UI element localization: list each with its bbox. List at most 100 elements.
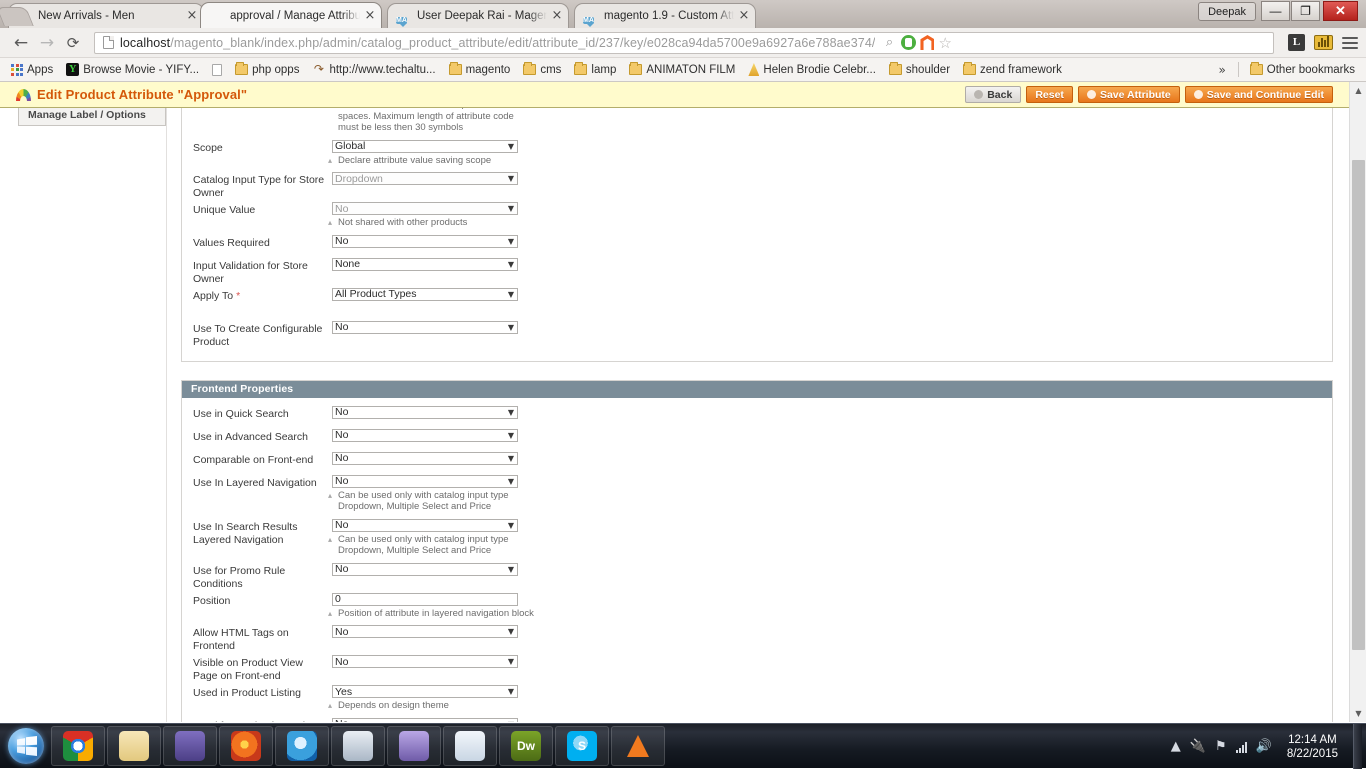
bookmarks-overflow-button[interactable]: » [1212, 63, 1231, 77]
chevron-down-icon[interactable]: ▼ [508, 477, 514, 487]
select-field[interactable]: No ▼ [332, 320, 518, 334]
bookmark-item[interactable]: shoulder [884, 62, 955, 78]
browser-tab[interactable]: New Arrivals - Men × [8, 3, 204, 28]
close-icon[interactable]: × [185, 9, 199, 23]
select-field[interactable]: All Product Types ▼ [332, 287, 518, 301]
show-desktop-button[interactable] [1353, 724, 1362, 769]
taskbar-item-mozilla-firefox[interactable] [219, 726, 273, 766]
chrome-user-chip[interactable]: Deepak [1198, 2, 1256, 21]
save-attribute-button[interactable]: Save Attribute [1077, 86, 1180, 103]
select-field[interactable]: No ▼ [332, 405, 518, 419]
select-field[interactable]: No ▼ [332, 428, 518, 442]
select-field[interactable]: No ▼ [332, 234, 518, 248]
reload-button[interactable]: ⟳ [60, 30, 86, 56]
page-info-icon[interactable] [103, 36, 114, 49]
select-field[interactable]: No ▼ [332, 717, 518, 723]
taskbar-clock[interactable]: 12:14 AM 8/22/2015 [1281, 733, 1344, 761]
other-bookmarks-folder[interactable]: Other bookmarks [1245, 62, 1360, 78]
taskbar-item-google-chrome[interactable] [51, 726, 105, 766]
window-close-button[interactable]: ✕ [1323, 1, 1358, 21]
chrome-menu-icon[interactable] [1342, 35, 1358, 51]
select-field[interactable]: Yes ▼ [332, 685, 518, 698]
chevron-down-icon[interactable]: ▼ [508, 142, 514, 152]
chevron-down-icon[interactable]: ▼ [508, 260, 514, 270]
back-button[interactable]: ← [8, 30, 34, 56]
forward-button[interactable]: → [34, 30, 60, 56]
window-minimize-button[interactable]: — [1261, 1, 1290, 21]
select-field[interactable]: No ▼ [332, 451, 518, 465]
chevron-down-icon[interactable]: ▼ [508, 521, 514, 531]
browser-tab[interactable]: MA magento 1.9 - Custom Att × [574, 3, 756, 28]
taskbar-item-notepad[interactable] [443, 726, 497, 766]
select-field[interactable]: No ▼ [332, 474, 518, 488]
close-icon[interactable]: × [363, 9, 377, 23]
window-maximize-button[interactable]: ❐ [1291, 1, 1320, 21]
save-and-continue-edit-button[interactable]: Save and Continue Edit [1184, 86, 1333, 103]
lastpass-extension-icon[interactable]: L [1288, 34, 1305, 51]
chevron-down-icon[interactable]: ▼ [508, 204, 514, 214]
start-button[interactable] [2, 725, 50, 767]
select-field[interactable]: Dropdown ▼ [332, 172, 518, 185]
bookmark-item[interactable]: Apps [6, 62, 58, 78]
address-bar[interactable]: localhost/magento_blank/index.php/admin/… [94, 31, 1274, 54]
bookmark-item[interactable]: ↷ http://www.techaltu... [307, 61, 440, 78]
select-field[interactable]: Global ▼ [332, 139, 518, 153]
taskbar-item-remote-desktop[interactable] [331, 726, 385, 766]
chevron-down-icon[interactable]: ▼ [508, 657, 514, 667]
chevron-down-icon[interactable]: ▼ [508, 687, 514, 697]
chevron-down-icon[interactable]: ▼ [508, 565, 514, 575]
close-icon[interactable]: × [737, 9, 751, 23]
text-field[interactable]: 0 [332, 592, 518, 606]
chart-extension-icon[interactable] [1314, 35, 1333, 50]
bookmark-item[interactable]: php opps [230, 62, 304, 78]
bookmark-item[interactable]: cms [518, 62, 566, 78]
chevron-down-icon[interactable]: ▼ [508, 290, 514, 300]
taskbar-item-windows-explorer[interactable] [107, 726, 161, 766]
chevron-down-icon[interactable]: ▼ [508, 720, 514, 723]
bookmark-item[interactable] [207, 62, 227, 78]
taskbar-item-navicat-dolphin[interactable] [387, 726, 441, 766]
browser-tab[interactable]: approval / Manage Attribu × [200, 2, 382, 28]
show-hidden-icons-icon[interactable]: ▲ [1171, 740, 1181, 753]
chevron-down-icon[interactable]: ▼ [508, 174, 514, 184]
action-center-icon[interactable]: ⚑ [1215, 740, 1227, 753]
chevron-down-icon[interactable]: ▼ [508, 627, 514, 637]
select-field[interactable]: No ▼ [332, 518, 518, 532]
chevron-down-icon[interactable]: ▼ [508, 454, 514, 464]
bookmark-item[interactable]: zend framework [958, 62, 1067, 78]
taskbar-item-media-player[interactable] [163, 726, 217, 766]
bookmark-item[interactable]: ANIMATON FILM [624, 62, 740, 78]
extension-green-icon[interactable] [901, 35, 917, 50]
select-field[interactable]: No ▼ [332, 202, 518, 215]
select-field[interactable]: None ▼ [332, 257, 518, 271]
bookmark-star-icon[interactable]: ☆ [938, 35, 954, 51]
network-signal-icon[interactable] [1235, 741, 1247, 753]
scroll-down-arrow-icon[interactable]: ▼ [1350, 705, 1366, 722]
browser-tab[interactable]: MA User Deepak Rai - Magent × [387, 3, 569, 28]
taskbar-item-skype[interactable]: S [555, 726, 609, 766]
back-button[interactable]: Back [965, 86, 1022, 103]
select-field[interactable]: No ▼ [332, 562, 518, 576]
chevron-down-icon[interactable]: ▼ [508, 323, 514, 333]
select-field[interactable]: No ▼ [332, 625, 518, 638]
scrollbar-thumb[interactable] [1352, 160, 1365, 650]
select-field[interactable]: No ▼ [332, 655, 518, 668]
taskbar-item-vlc-media-player[interactable] [611, 726, 665, 766]
scroll-up-arrow-icon[interactable]: ▲ [1350, 82, 1366, 99]
taskbar-item-dreamweaver[interactable]: Dw [499, 726, 553, 766]
volume-icon[interactable]: 🔊 [1256, 740, 1272, 753]
reset-button[interactable]: Reset [1026, 86, 1073, 103]
search-icon[interactable]: ⌕ [881, 35, 897, 51]
bookmark-item[interactable]: Y Browse Movie - YIFY... [61, 61, 204, 78]
chevron-down-icon[interactable]: ▼ [508, 431, 514, 441]
close-icon[interactable]: × [550, 9, 564, 23]
taskbar-item-internet-explorer[interactable] [275, 726, 329, 766]
magento-extension-icon[interactable] [920, 35, 935, 50]
bookmark-item[interactable]: lamp [569, 62, 621, 78]
chevron-down-icon[interactable]: ▼ [508, 408, 514, 418]
bookmark-item[interactable]: magento [444, 62, 516, 78]
power-plug-icon[interactable]: 🔌 [1190, 740, 1206, 753]
page-scrollbar[interactable]: ▲ ▼ [1349, 82, 1366, 722]
bookmark-item[interactable]: Helen Brodie Celebr... [743, 61, 881, 78]
chevron-down-icon[interactable]: ▼ [508, 237, 514, 247]
